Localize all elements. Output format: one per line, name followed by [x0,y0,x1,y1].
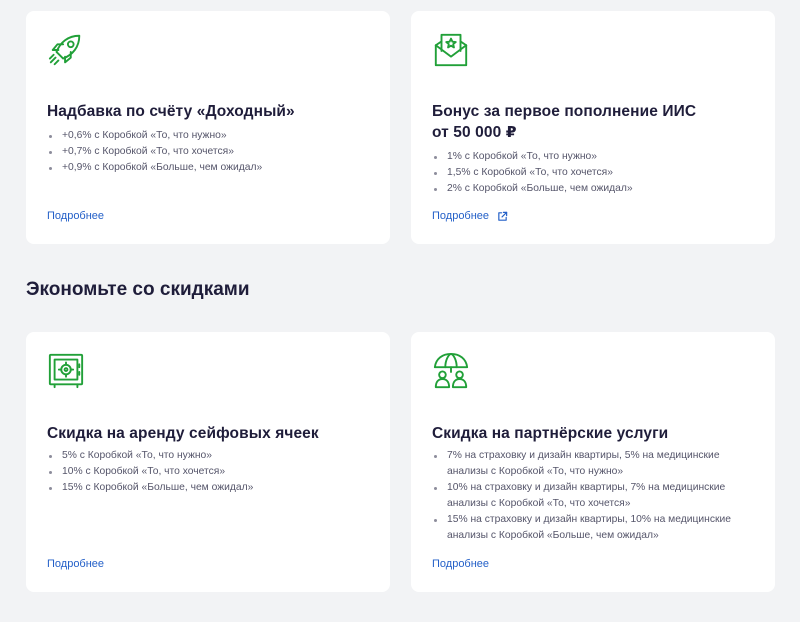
card-title: Надбавка по счёту «Доходный» [47,103,295,120]
list-item: 1,5% с Коробкой «То, что хочется» [432,165,755,181]
more-link[interactable]: Подробнее [432,209,508,223]
list-item: 10% с Коробкой «То, что хочется» [47,464,370,480]
more-link-label: Подробнее [47,558,105,570]
list-item: 2% с Коробкой «Больше, чем ожидал» [432,181,755,197]
section-title: Экономьте со скидками [26,279,250,300]
bullet-list: 1% с Коробкой «То, что нужно» 1,5% с Кор… [432,149,755,197]
card-iis-bonus: Бонус за первое пополнение ИИС от 50 000… [411,11,775,244]
list-item: 1% с Коробкой «То, что нужно» [432,149,755,165]
list-item: +0,9% с Коробкой «Больше, чем ожидал» [47,160,370,176]
more-link[interactable]: Подробнее [47,557,104,571]
list-item: 5% с Коробкой «То, что нужно» [47,448,370,464]
envelope-star-icon [432,31,470,69]
card-dohodny-bonus: Надбавка по счёту «Доходный» +0,6% с Кор… [26,11,390,244]
bullet-list: 5% с Коробкой «То, что нужно» 10% с Коро… [47,448,370,496]
umbrella-people-icon [432,352,470,390]
card-partner-discount: Скидка на партнёрские услуги 7% на страх… [411,332,775,592]
safe-icon [47,352,85,390]
more-link-label: Подробнее [432,558,490,570]
list-item: +0,6% с Коробкой «То, что нужно» [47,128,370,144]
more-link-label: Подробнее [47,210,105,222]
more-link-label: Подробнее [432,210,490,222]
list-item: 7% на страховку и дизайн квартиры, 5% на… [432,448,755,480]
list-item: 15% с Коробкой «Больше, чем ожидал» [47,480,370,496]
card-title: Скидка на партнёрские услуги [432,425,669,442]
bullet-list: 7% на страховку и дизайн квартиры, 5% на… [432,448,755,544]
more-link[interactable]: Подробнее [432,557,489,571]
card-title: Бонус за первое пополнение ИИС от 50 000… [432,103,697,141]
list-item: +0,7% с Коробкой «То, что хочется» [47,144,370,160]
list-item: 10% на страховку и дизайн квартиры, 7% н… [432,480,755,512]
more-link[interactable]: Подробнее [47,209,104,223]
list-item: 15% на страховку и дизайн квартиры, 10% … [432,512,755,544]
external-link-icon [497,211,508,222]
bullet-list: +0,6% с Коробкой «То, что нужно» +0,7% с… [47,128,370,176]
rocket-icon [47,31,85,69]
card-title: Скидка на аренду сейфовых ячеек [47,425,319,442]
card-safe-discount: Скидка на аренду сейфовых ячеек 5% с Кор… [26,332,390,592]
